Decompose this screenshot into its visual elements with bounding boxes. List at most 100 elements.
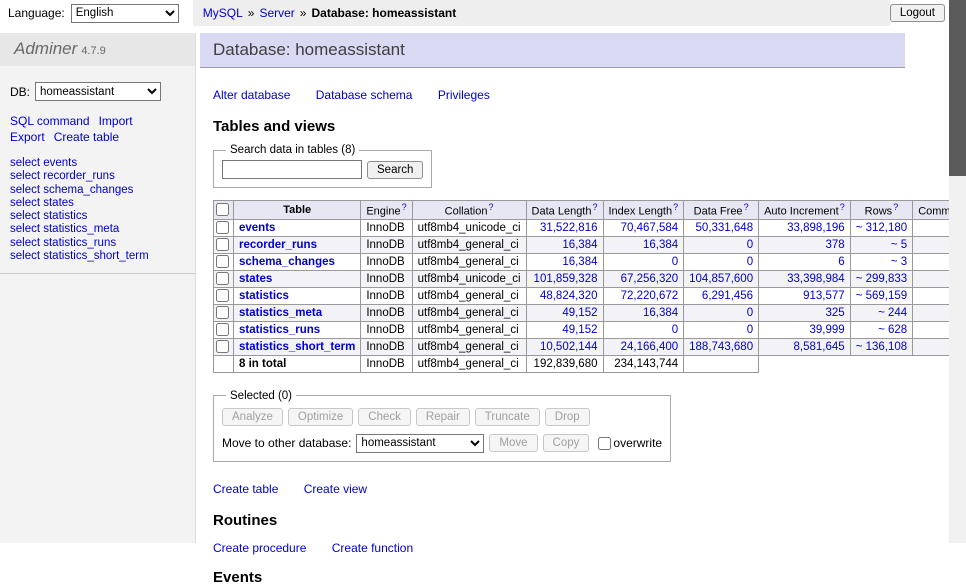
table-name-link[interactable]: statistics_short_term [239, 341, 355, 353]
auto-increment-link[interactable]: 6 [838, 256, 844, 268]
data-length-link[interactable]: 31,522,816 [540, 222, 598, 234]
data-free-link[interactable]: 50,331,648 [696, 222, 754, 234]
sidebar-table-link[interactable]: select events [10, 157, 77, 169]
rows-link[interactable]: ~ 3 [891, 256, 907, 268]
move-db-select[interactable]: homeassistant [356, 434, 484, 453]
language-select[interactable]: English [71, 4, 179, 23]
auto-increment-link[interactable]: 33,898,196 [787, 222, 845, 234]
index-length-link[interactable]: 0 [672, 324, 678, 336]
sidebar-table-link[interactable]: select statistics_runs [10, 237, 116, 249]
truncate-button[interactable]: Truncate [475, 408, 540, 426]
check-button[interactable]: Check [358, 408, 411, 426]
data-length-link[interactable]: 16,384 [562, 239, 597, 251]
column-help-link[interactable]: ? [592, 202, 597, 212]
rows-link[interactable]: ~ 299,833 [856, 273, 907, 285]
column-help-link[interactable]: ? [893, 202, 898, 212]
sidebar-table-link[interactable]: select statistics_meta [10, 223, 119, 235]
sidebar-table-link[interactable]: select states [10, 197, 74, 209]
overwrite-checkbox[interactable] [598, 437, 611, 450]
auto-increment-link[interactable]: 325 [826, 307, 845, 319]
data-free-link[interactable]: 0 [747, 256, 753, 268]
row-checkbox[interactable] [216, 340, 229, 353]
table-name-link[interactable]: recorder_runs [239, 239, 317, 251]
repair-button[interactable]: Repair [416, 408, 470, 426]
row-checkbox[interactable] [216, 289, 229, 302]
rows-link[interactable]: ~ 5 [891, 239, 907, 251]
row-checkbox[interactable] [216, 221, 229, 234]
optimize-button[interactable]: Optimize [288, 408, 353, 426]
rows-link[interactable]: ~ 312,180 [856, 222, 907, 234]
create-table-link-sidebar[interactable]: Create table [54, 130, 119, 144]
column-help-link[interactable]: ? [744, 202, 749, 212]
column-help-link[interactable]: ? [840, 202, 845, 212]
sql-command-link[interactable]: SQL command [10, 114, 90, 128]
auto-increment-link[interactable]: 33,398,984 [787, 273, 845, 285]
data-length-link[interactable]: 49,152 [562, 324, 597, 336]
data-length-link[interactable]: 49,152 [562, 307, 597, 319]
row-checkbox[interactable] [216, 272, 229, 285]
alter-database-link[interactable]: Alter database [213, 88, 290, 102]
db-select[interactable]: homeassistant [35, 82, 161, 101]
table-name-link[interactable]: statistics_runs [239, 324, 320, 336]
rows-link[interactable]: ~ 569,159 [856, 290, 907, 302]
create-table-link[interactable]: Create table [213, 482, 278, 496]
search-input[interactable] [222, 160, 362, 179]
rows-link[interactable]: ~ 136,108 [856, 341, 907, 353]
auto-increment-link[interactable]: 378 [826, 239, 845, 251]
auto-increment-link[interactable]: 39,999 [810, 324, 845, 336]
row-checkbox[interactable] [216, 323, 229, 336]
index-length-link[interactable]: 16,384 [643, 307, 678, 319]
index-length-link[interactable]: 24,166,400 [621, 341, 679, 353]
select-all-checkbox[interactable] [216, 203, 229, 216]
data-free-link[interactable]: 188,743,680 [689, 341, 753, 353]
data-length-link[interactable]: 48,824,320 [540, 290, 598, 302]
data-free-link[interactable]: 6,291,456 [702, 290, 753, 302]
index-length-link[interactable]: 70,467,584 [621, 222, 679, 234]
index-length-link[interactable]: 67,256,320 [621, 273, 679, 285]
data-free-link[interactable]: 0 [747, 239, 753, 251]
column-help-link[interactable]: ? [402, 202, 407, 212]
database-schema-link[interactable]: Database schema [316, 88, 413, 102]
sidebar-table-link[interactable]: select schema_changes [10, 184, 133, 196]
table-name-link[interactable]: statistics [239, 290, 289, 302]
import-link[interactable]: Import [99, 114, 133, 128]
analyze-button[interactable]: Analyze [222, 408, 283, 426]
column-help-link[interactable]: ? [673, 202, 678, 212]
move-button[interactable]: Move [489, 434, 537, 452]
rows-link[interactable]: ~ 244 [878, 307, 907, 319]
rows-link[interactable]: ~ 628 [878, 324, 907, 336]
drop-button[interactable]: Drop [545, 408, 590, 426]
index-length-link[interactable]: 16,384 [643, 239, 678, 251]
auto-increment-link[interactable]: 913,577 [803, 290, 845, 302]
auto-increment-link[interactable]: 8,581,645 [794, 341, 845, 353]
search-button[interactable]: Search [367, 161, 423, 179]
row-checkbox[interactable] [216, 306, 229, 319]
privileges-link[interactable]: Privileges [438, 88, 490, 102]
adminer-logo-link[interactable]: Adminer [14, 39, 77, 58]
logout-button[interactable]: Logout [890, 4, 945, 22]
scrollbar-thumb[interactable] [949, 0, 966, 176]
create-view-link[interactable]: Create view [304, 482, 367, 496]
table-name-link[interactable]: statistics_meta [239, 307, 322, 319]
sidebar-table-link[interactable]: select recorder_runs [10, 170, 115, 182]
index-length-link[interactable]: 72,220,672 [621, 290, 679, 302]
breadcrumb-mysql-link[interactable]: MySQL [203, 6, 243, 20]
data-length-link[interactable]: 16,384 [562, 256, 597, 268]
data-length-link[interactable]: 10,502,144 [540, 341, 598, 353]
export-link[interactable]: Export [10, 130, 45, 144]
breadcrumb-server-link[interactable]: Server [259, 6, 294, 20]
table-name-link[interactable]: events [239, 222, 275, 234]
table-name-link[interactable]: states [239, 273, 272, 285]
table-name-link[interactable]: schema_changes [239, 256, 335, 268]
row-checkbox[interactable] [216, 255, 229, 268]
scrollbar[interactable] [949, 0, 966, 543]
sidebar-table-link[interactable]: select statistics_short_term [10, 250, 149, 262]
data-free-link[interactable]: 0 [747, 307, 753, 319]
index-length-link[interactable]: 0 [672, 256, 678, 268]
sidebar-table-link[interactable]: select statistics [10, 210, 87, 222]
data-free-link[interactable]: 104,857,600 [689, 273, 753, 285]
row-checkbox[interactable] [216, 238, 229, 251]
column-help-link[interactable]: ? [488, 202, 493, 212]
copy-button[interactable]: Copy [543, 434, 590, 452]
data-free-link[interactable]: 0 [747, 324, 753, 336]
